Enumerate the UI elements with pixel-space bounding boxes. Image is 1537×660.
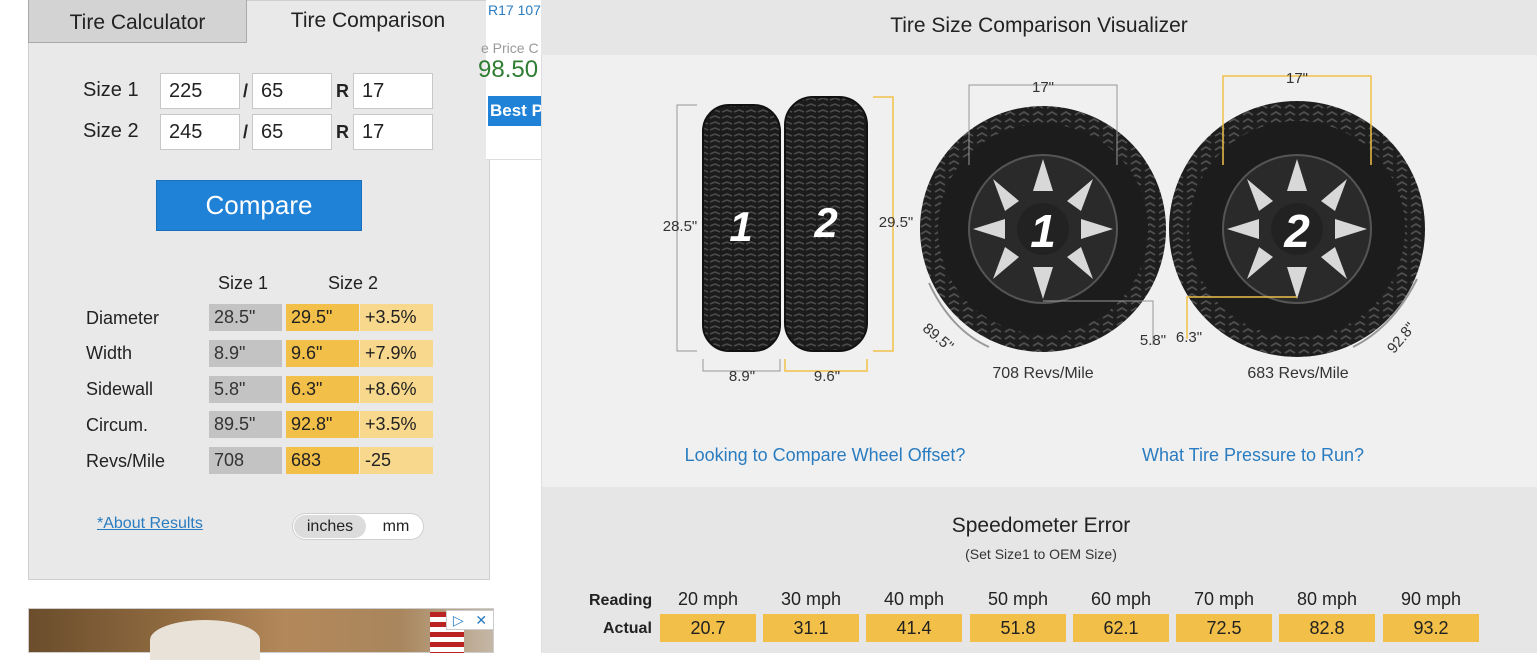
unit-inches-option[interactable]: inches [294,515,366,538]
reading-cell: 50 mph [987,589,1049,609]
size1-label: Size 1 [83,79,139,101]
revs-diff: -25 [360,447,433,474]
width-size2: 9.6" [286,340,359,367]
reading-cell: 90 mph [1400,589,1462,609]
tab-tire-calculator[interactable]: Tire Calculator [28,0,247,43]
reading-label: Reading [589,592,653,609]
tire1-front-view: 1 [920,106,1166,352]
diameter-diff: +3.5% [360,304,433,331]
product-best-price-button[interactable]: Best P [488,96,548,126]
reading-cell: 40 mph [883,589,945,609]
reading-cell: 60 mph [1090,589,1152,609]
row-label-width: Width [86,343,133,363]
tire1-width-label: 8.9" [729,368,755,385]
reading-cell: 20 mph [677,589,739,609]
size1-width-input[interactable]: 225 [160,73,240,109]
compare-wheel-offset-link[interactable]: Looking to Compare Wheel Offset? [685,445,966,465]
tire1-diameter-label: 28.5" [663,218,698,235]
tire1-number: 1 [729,203,752,250]
actual-cell: 20.7 [660,614,756,642]
reading-cell: 70 mph [1193,589,1255,609]
reading-cell: 30 mph [780,589,842,609]
row-label-revs-per-mile: Revs/Mile [86,451,166,471]
tire1-rim-label: 17" [1032,79,1054,96]
actual-label: Actual [603,620,652,637]
tire2-revs-label: 683 Revs/Mile [1247,365,1348,382]
about-results-link[interactable]: *About Results [97,515,203,533]
circumference-diff: +3.5% [360,411,433,438]
revs-size1: 708 [209,447,282,474]
size2-label: Size 2 [83,120,139,142]
actual-cell: 51.8 [970,614,1066,642]
tire1-side-view: 1 [702,104,781,352]
row-label-sidewall: Sidewall [86,379,154,399]
tire2-circumference-label: 92.8" [1384,319,1419,356]
tire1-circumference-label: 89.5" [919,320,956,355]
sidewall-diff: +8.6% [360,376,433,403]
product-price: 98.50 [478,56,539,83]
tire1-revs-label: 708 Revs/Mile [992,365,1093,382]
compare-button[interactable]: Compare [156,180,362,231]
size1-rim-input[interactable]: 17 [353,73,433,109]
product-name-link[interactable]: R17 107 [488,2,541,18]
actual-cell: 93.2 [1383,614,1479,642]
speedometer-subtitle: (Set Size1 to OEM Size) [965,546,1117,562]
product-price-label: e Price C [481,40,539,56]
reading-cell: 80 mph [1296,589,1358,609]
size2-width-input[interactable]: 245 [160,114,240,150]
actual-cell: 72.5 [1176,614,1272,642]
tire1-sidewall-label: 5.8" [1140,332,1166,349]
sidewall-size1: 5.8" [209,376,282,403]
circumference-size2: 92.8" [286,411,359,438]
tire-visualization: 1 2 28.5" 8.9" 29.5" 9.6" 1 17" 5.8" 89.… [663,70,1425,465]
tire2-width-label: 9.6" [814,368,840,385]
tire2-diameter-label: 29.5" [879,214,914,231]
row-label-circumference: Circum. [86,415,148,435]
actual-cell: 82.8 [1279,614,1375,642]
ad-choices-badge[interactable]: ▷ ✕ [446,610,494,630]
speedometer-title: Speedometer Error [951,514,1131,537]
width-size1: 8.9" [209,340,282,367]
row-label-diameter: Diameter [86,308,160,328]
tire2-number: 2 [813,199,837,246]
ad-close-icon[interactable]: ✕ [475,612,487,629]
size2-ratio-input[interactable]: 65 [252,114,332,150]
size1-ratio-input[interactable]: 65 [252,73,332,109]
ad-image [150,620,260,660]
size1-rim-prefix: R [336,81,349,101]
size2-slash: / [243,122,249,142]
diameter-size1: 28.5" [209,304,282,331]
results-header-size1: Size 1 [218,273,269,293]
tire1-wheel-number: 1 [1030,205,1056,257]
advertisement[interactable] [28,608,494,653]
actual-cell: 62.1 [1073,614,1169,642]
tire2-wheel-number: 2 [1283,205,1310,257]
diameter-size2: 29.5" [286,304,359,331]
tire2-sidewall-label: 6.3" [1176,329,1202,346]
actual-cell: 41.4 [866,614,962,642]
visualizer-title: Tire Size Comparison Visualizer [890,14,1188,37]
size1-slash: / [243,81,249,101]
tire2-front-view: 2 [1169,101,1425,357]
ad-play-icon[interactable]: ▷ [453,612,464,629]
tire-pressure-link[interactable]: What Tire Pressure to Run? [1142,445,1364,465]
width-diff: +7.9% [360,340,433,367]
tab-tire-comparison[interactable]: Tire Comparison [248,0,488,42]
tire2-rim-label: 17" [1286,70,1308,87]
unit-mm-option[interactable]: mm [370,515,422,538]
circumference-size1: 89.5" [209,411,282,438]
revs-size2: 683 [286,447,359,474]
size2-rim-prefix: R [336,122,349,142]
actual-cell: 31.1 [763,614,859,642]
size2-rim-input[interactable]: 17 [353,114,433,150]
tire2-side-view: 2 [784,96,868,352]
results-header-size2: Size 2 [328,273,379,293]
sidewall-size2: 6.3" [286,376,359,403]
